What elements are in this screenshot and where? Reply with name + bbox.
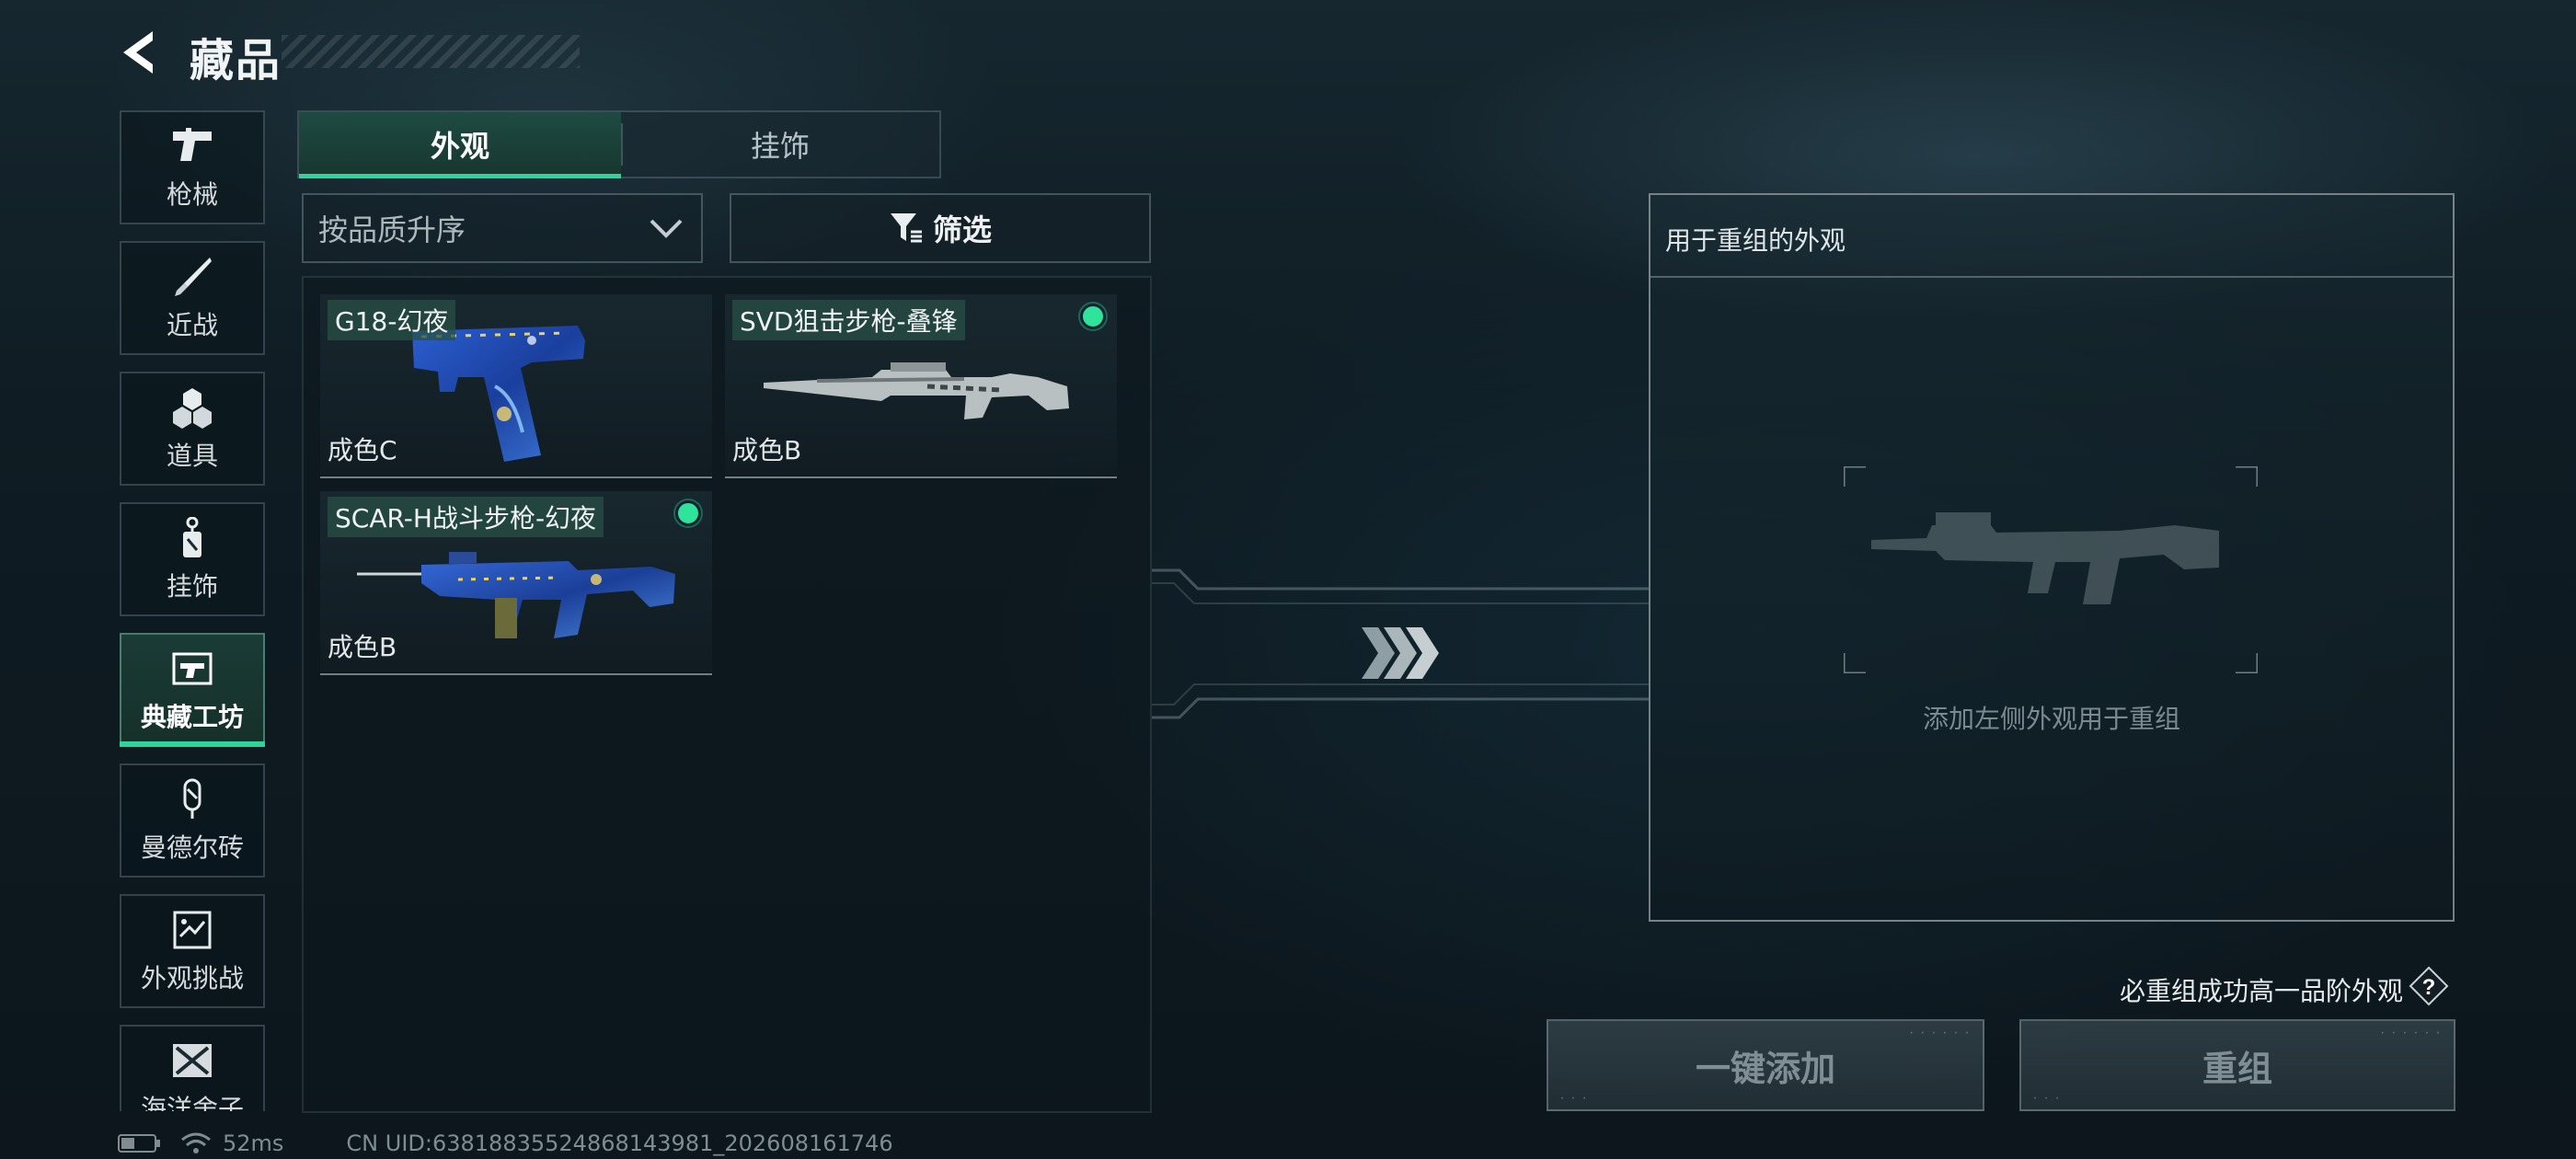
- sidebar: 枪械 近战 道具 挂饰 典藏工坊 曼德尔砖 外观挑战 海洋舍子: [110, 101, 276, 1111]
- card-underline: [320, 673, 712, 675]
- quick-add-button[interactable]: · · · · · · · · · 一键添加: [1547, 1019, 1984, 1111]
- item-card[interactable]: SCAR-H战斗步枪-幻夜 成色B: [320, 491, 712, 675]
- filter-label: 筛选: [932, 212, 992, 247]
- tab-appearance[interactable]: 外观: [299, 112, 621, 178]
- sidebar-item-label: 挂饰: [166, 571, 218, 602]
- equipped-indicator: [1080, 304, 1106, 329]
- sidebar-item-items[interactable]: 道具: [120, 372, 265, 486]
- card-underline: [725, 476, 1117, 478]
- guarantee-text: 必重组成功高一品阶外观: [2119, 976, 2403, 1006]
- items-grid: G18-幻夜 成色C SVD狙击步枪-叠锋 成色B SCAR-H战斗步枪-幻夜 …: [302, 276, 1152, 1113]
- sidebar-item-label: 曼德尔砖: [140, 832, 244, 863]
- crate-icon: [169, 1038, 215, 1084]
- back-arrow-icon: [123, 31, 153, 74]
- item-condition: 成色B: [732, 435, 802, 465]
- sidebar-item-mandel-brick[interactable]: 曼德尔砖: [120, 763, 265, 878]
- filter-icon: [890, 213, 922, 243]
- sidebar-item-label: 海洋舍子: [140, 1094, 244, 1111]
- recombine-panel-header: 用于重组的外观: [1650, 195, 2453, 278]
- item-condition: 成色B: [328, 632, 397, 662]
- title-decoration: [282, 35, 580, 68]
- button-decoration: · · ·: [1559, 1094, 1588, 1104]
- knife-icon: [169, 254, 215, 300]
- sidebar-item-crate[interactable]: 海洋舍子: [120, 1025, 265, 1111]
- sidebar-item-melee[interactable]: 近战: [120, 241, 265, 355]
- wifi-icon: [181, 1132, 211, 1153]
- sidebar-item-label: 外观挑战: [140, 963, 244, 993]
- button-decoration: · · · · · ·: [2379, 1028, 2441, 1039]
- recombine-panel-title: 用于重组的外观: [1665, 225, 1846, 256]
- question-icon[interactable]: ?: [2409, 966, 2449, 1006]
- scar-h-rifle-image: [357, 552, 675, 638]
- item-card[interactable]: SVD狙击步枪-叠锋 成色B: [725, 294, 1117, 478]
- equipped-indicator: [675, 500, 701, 526]
- sidebar-item-label: 道具: [166, 441, 218, 471]
- quick-add-label: 一键添加: [1695, 1048, 1835, 1089]
- svd-rifle-image: [764, 362, 1069, 419]
- svg-text:?: ?: [2422, 975, 2436, 1000]
- workshop-icon: [169, 646, 215, 692]
- sort-dropdown[interactable]: 按品质升序: [302, 193, 703, 263]
- button-decoration: · · · · · ·: [1908, 1028, 1970, 1039]
- battery-icon: [118, 1134, 160, 1153]
- button-decoration: · · ·: [2032, 1094, 2061, 1104]
- page-title: 藏品: [190, 35, 282, 86]
- sidebar-item-workshop[interactable]: 典藏工坊: [120, 633, 265, 747]
- challenge-icon: [169, 907, 215, 953]
- back-button[interactable]: [116, 26, 169, 79]
- charm-icon: [169, 515, 215, 561]
- chevron-down-icon: [650, 219, 683, 238]
- pistol-icon: [169, 123, 215, 169]
- sidebar-item-label: 枪械: [166, 179, 218, 210]
- card-underline: [320, 476, 712, 478]
- tab-charm[interactable]: 挂饰: [621, 112, 939, 177]
- chevron-right-icon: [1362, 627, 1439, 679]
- filter-button[interactable]: 筛选: [730, 193, 1151, 263]
- item-condition: 成色C: [328, 435, 397, 465]
- status-bar: 52ms CN UID:6381883552486814398​1_202608…: [118, 1130, 893, 1157]
- sidebar-item-label: 近战: [166, 310, 218, 340]
- transfer-connector: [1152, 568, 1649, 719]
- uid-text: CN UID:6381883552486814398​1_20260816174…: [346, 1130, 893, 1156]
- sidebar-item-charms[interactable]: 挂饰: [120, 502, 265, 616]
- ping-text: 52ms: [223, 1130, 284, 1156]
- items-icon: [169, 384, 215, 430]
- item-name: G18-幻夜: [328, 300, 456, 340]
- recombine-button[interactable]: · · · · · · · · · 重组: [2019, 1019, 2455, 1111]
- sidebar-item-guns[interactable]: 枪械: [120, 110, 265, 224]
- recombine-label: 重组: [2202, 1048, 2272, 1089]
- sidebar-item-label: 典藏工坊: [140, 702, 244, 732]
- mandel-brick-icon: [169, 776, 215, 822]
- tab-bar: 外观 挂饰: [297, 110, 941, 178]
- sidebar-item-challenge[interactable]: 外观挑战: [120, 894, 265, 1008]
- sort-selected-label: 按品质升序: [318, 212, 466, 247]
- recombine-hint: 添加左侧外观用于重组: [1922, 704, 2180, 734]
- item-name: SVD狙击步枪-叠锋: [732, 300, 965, 340]
- recombine-panel: 用于重组的外观 添加左侧外观用于重组: [1649, 193, 2455, 922]
- item-card[interactable]: G18-幻夜 成色C: [320, 294, 712, 478]
- recombine-slot[interactable]: [1844, 466, 2258, 673]
- item-name: SCAR-H战斗步枪-幻夜: [328, 497, 604, 537]
- rifle-placeholder-icon: [1871, 512, 2219, 604]
